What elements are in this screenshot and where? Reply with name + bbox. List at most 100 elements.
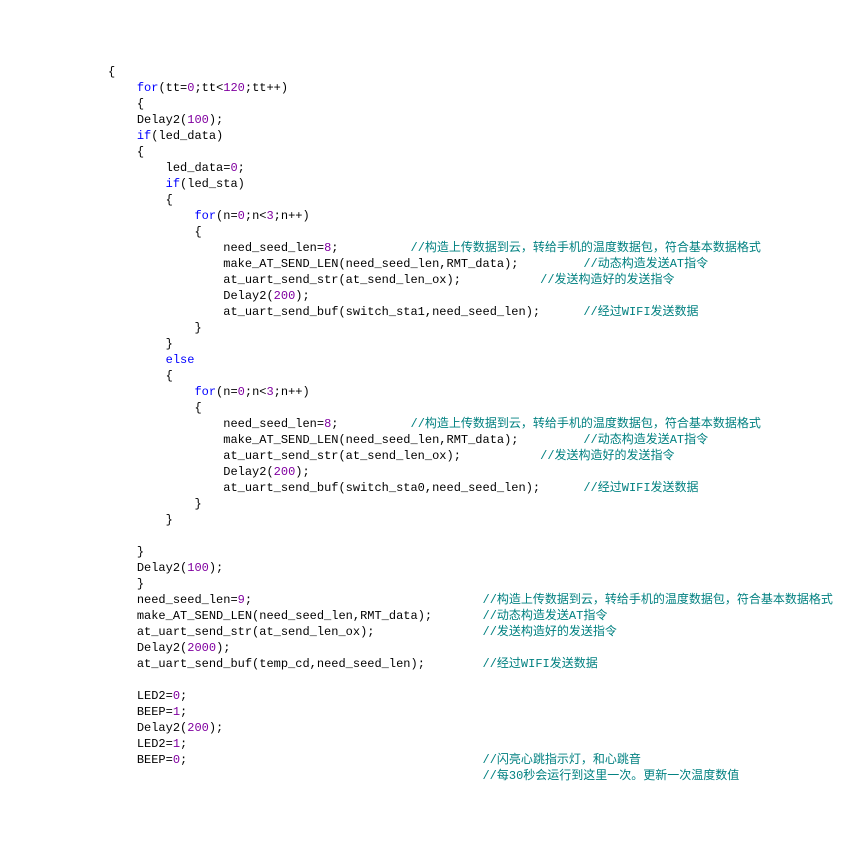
- token: );: [504, 257, 518, 271]
- token: 200: [274, 465, 296, 479]
- token: (: [158, 81, 165, 95]
- comment: //构造上传数据到云，转给手机的温度数据包，符合基本数据格式: [411, 241, 761, 255]
- comment: //构造上传数据到云，转给手机的温度数据包，符合基本数据格式: [411, 417, 761, 431]
- token: =: [317, 417, 324, 431]
- token: }: [137, 577, 144, 591]
- code-line: at_uart_send_str(at_send_len_ox); //发送构造…: [0, 272, 862, 288]
- token: 2000: [187, 641, 216, 655]
- token: if: [166, 177, 180, 191]
- token: at_uart_send_buf: [137, 657, 252, 671]
- token: ,: [439, 433, 446, 447]
- token: }: [137, 545, 144, 559]
- code-line: }: [0, 576, 862, 592]
- token: =: [230, 385, 237, 399]
- token: tt: [252, 81, 266, 95]
- token: ;: [180, 753, 187, 767]
- comment: //经过WIFI发送数据: [583, 305, 698, 319]
- token: (: [338, 257, 345, 271]
- token: ;: [180, 689, 187, 703]
- comment: //动态构造发送AT指令: [583, 433, 708, 447]
- token: =: [317, 241, 324, 255]
- token: =: [166, 705, 173, 719]
- token: );: [526, 481, 540, 495]
- token: ++): [288, 385, 310, 399]
- token: if: [137, 129, 151, 143]
- comment: //动态构造发送AT指令: [583, 257, 708, 271]
- code-line: Delay2(100);: [0, 112, 862, 128]
- token: else: [166, 353, 195, 367]
- token: tt: [202, 81, 216, 95]
- code-line: at_uart_send_str(at_send_len_ox); //发送构造…: [0, 624, 862, 640]
- token: Delay2: [223, 465, 266, 479]
- token: 200: [187, 721, 209, 735]
- token: (: [338, 273, 345, 287]
- code-line: BEEP=0; //闪亮心跳指示灯，和心跳音: [0, 752, 862, 768]
- token: led_sta: [187, 177, 237, 191]
- code-line: {: [0, 144, 862, 160]
- token: at_send_len_ox: [346, 449, 447, 463]
- token: Delay2: [223, 289, 266, 303]
- token: make_AT_SEND_LEN: [137, 609, 252, 623]
- code-line: else: [0, 352, 862, 368]
- token: make_AT_SEND_LEN: [223, 257, 338, 271]
- token: (: [252, 657, 259, 671]
- code-line: if(led_sta): [0, 176, 862, 192]
- token: need_seed_len: [432, 481, 526, 495]
- token: ;: [245, 209, 252, 223]
- token: need_seed_len: [346, 433, 440, 447]
- token: tt: [166, 81, 180, 95]
- code-line: at_uart_send_buf(temp_cd,need_seed_len);…: [0, 656, 862, 672]
- code-line: {: [0, 96, 862, 112]
- code-line: at_uart_send_str(at_send_len_ox); //发送构造…: [0, 448, 862, 464]
- token: ;: [274, 209, 281, 223]
- code-line: {: [0, 192, 862, 208]
- code-line: if(led_data): [0, 128, 862, 144]
- token: =: [166, 753, 173, 767]
- code-line: need_seed_len=8; //构造上传数据到云，转给手机的温度数据包，符…: [0, 240, 862, 256]
- code-block: { for(tt=0;tt<120;tt++) { Delay2(100); i…: [0, 64, 862, 784]
- token: );: [411, 657, 425, 671]
- code-line: for(n=0;n<3;n++): [0, 208, 862, 224]
- token: );: [295, 465, 309, 479]
- code-line: {: [0, 400, 862, 416]
- code-line: make_AT_SEND_LEN(need_seed_len,RMT_data)…: [0, 608, 862, 624]
- code-line: LED2=0;: [0, 688, 862, 704]
- token: 0: [238, 209, 245, 223]
- token: ,: [425, 305, 432, 319]
- token: }: [166, 337, 173, 351]
- comment: //经过WIFI发送数据: [583, 481, 698, 495]
- token: ;: [245, 81, 252, 95]
- token: }: [194, 321, 201, 335]
- code-line: Delay2(100);: [0, 560, 862, 576]
- token: 3: [266, 209, 273, 223]
- token: ,: [310, 657, 317, 671]
- token: LED2: [137, 689, 166, 703]
- token: n: [281, 209, 288, 223]
- code-line: }: [0, 544, 862, 560]
- comment: //经过WIFI发送数据: [483, 657, 598, 671]
- code-line: [0, 528, 862, 544]
- token: for: [137, 81, 159, 95]
- token: 0: [238, 385, 245, 399]
- token: ;: [238, 161, 245, 175]
- token: ;: [180, 705, 187, 719]
- token: 0: [230, 161, 237, 175]
- token: ++): [288, 209, 310, 223]
- token: 100: [187, 113, 209, 127]
- token: =: [166, 737, 173, 751]
- code-line: make_AT_SEND_LEN(need_seed_len,RMT_data)…: [0, 256, 862, 272]
- token: switch_sta1: [346, 305, 425, 319]
- token: );: [209, 561, 223, 575]
- token: need_seed_len: [346, 257, 440, 271]
- token: (: [338, 481, 345, 495]
- token: RMT_data: [360, 609, 418, 623]
- token: (: [338, 449, 345, 463]
- code-line: LED2=1;: [0, 736, 862, 752]
- token: ;: [194, 81, 201, 95]
- token: 3: [266, 385, 273, 399]
- token: (: [266, 289, 273, 303]
- token: Delay2: [137, 721, 180, 735]
- token: {: [137, 145, 144, 159]
- code-line: need_seed_len=8; //构造上传数据到云，转给手机的温度数据包，符…: [0, 416, 862, 432]
- token: }: [194, 497, 201, 511]
